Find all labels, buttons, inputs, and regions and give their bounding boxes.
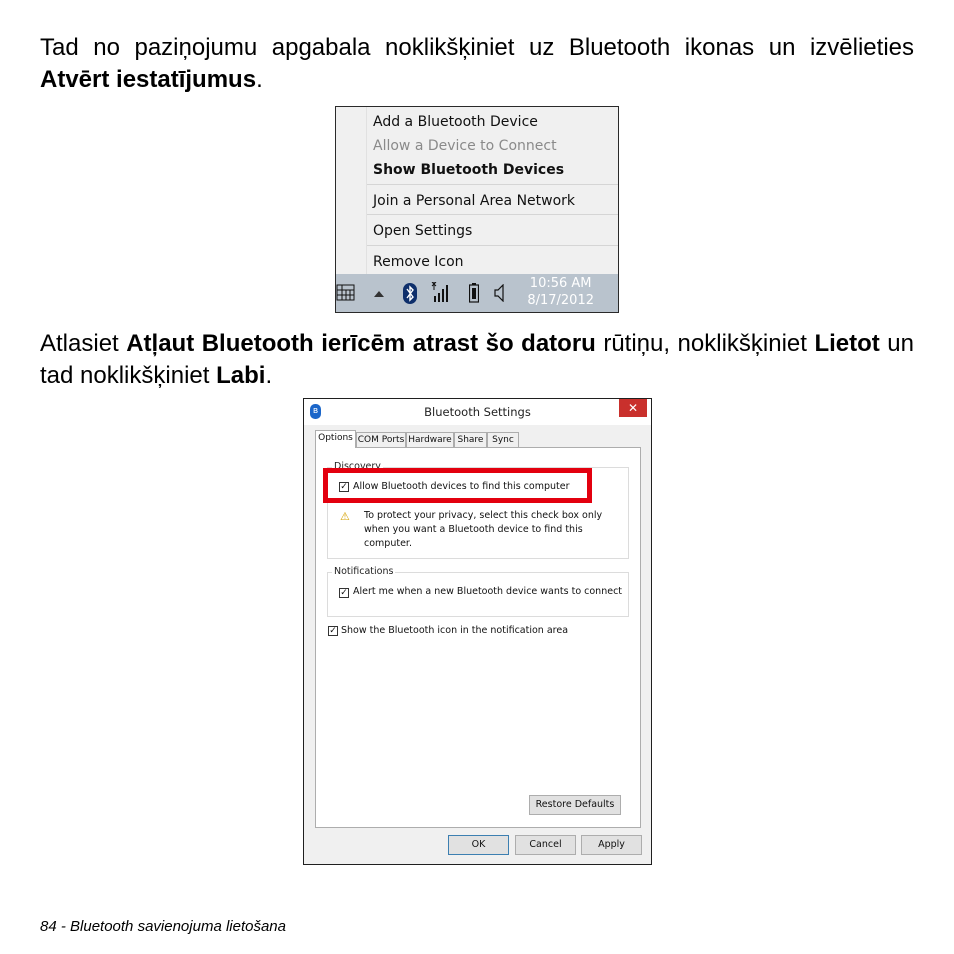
signal-icon[interactable] (431, 282, 449, 304)
options-panel: Discovery ✓ Allow Bluetooth devices to f… (315, 447, 641, 828)
instruction-paragraph-1: Tad no paziņojumu apgabala noklikšķiniet… (40, 32, 914, 96)
menu-item-allow-connect: Allow a Device to Connect (373, 138, 557, 154)
chevron-up-icon[interactable] (374, 290, 384, 298)
tab-hardware[interactable]: Hardware (406, 432, 454, 447)
menu-separator (367, 245, 618, 246)
cancel-button[interactable]: Cancel (515, 835, 576, 855)
p2-bold-allow: Atļaut Bluetooth ierīcēm atrast šo dator… (126, 330, 596, 357)
menu-separator (367, 214, 618, 215)
bluetooth-icon[interactable] (403, 283, 417, 304)
close-icon: ✕ (627, 401, 639, 415)
menu-item-remove-icon[interactable]: Remove Icon (373, 254, 464, 270)
tab-options[interactable]: Options (315, 430, 356, 448)
show-icon-checkbox[interactable]: ✓ (328, 626, 338, 636)
restore-defaults-button[interactable]: Restore Defaults (529, 795, 621, 815)
tab-sync[interactable]: Sync (487, 432, 519, 447)
highlight-box (323, 468, 592, 503)
privacy-note-line-2: when you want a Bluetooth device to find… (364, 524, 583, 535)
page-footer: 84 - Bluetooth savienojuma lietošana (40, 918, 286, 935)
tab-share[interactable]: Share (454, 432, 487, 447)
ok-button[interactable]: OK (448, 835, 509, 855)
p1-period: . (256, 66, 263, 93)
alert-new-device-label: Alert me when a new Bluetooth device wan… (353, 586, 623, 597)
check-icon: ✓ (340, 588, 348, 598)
battery-icon[interactable] (469, 283, 479, 303)
close-button[interactable]: ✕ (619, 399, 647, 417)
p2-text-2: rūtiņu, noklikšķiniet (595, 330, 815, 357)
privacy-note-line-3: computer. (364, 538, 412, 549)
show-icon-label: Show the Bluetooth icon in the notificat… (341, 625, 569, 636)
menu-item-join-pan[interactable]: Join a Personal Area Network (373, 193, 575, 209)
p2-bold-apply: Lietot (814, 330, 880, 357)
menu-item-add-device[interactable]: Add a Bluetooth Device (373, 114, 538, 130)
instruction-paragraph-2: Atlasiet Atļaut Bluetooth ierīcēm atrast… (40, 328, 914, 392)
tab-com-ports[interactable]: COM Ports (356, 432, 406, 447)
alert-new-device-checkbox[interactable]: ✓ (339, 588, 349, 598)
context-menu-screenshot: Add a Bluetooth Device Allow a Device to… (335, 106, 619, 313)
menu-separator (367, 184, 618, 185)
p2-text-1: Atlasiet (40, 330, 127, 357)
taskbar: 10:56 AM 8/17/2012 (336, 274, 618, 312)
clock-time: 10:56 AM (529, 276, 592, 291)
dialog-titlebar: ʙ Bluetooth Settings ✕ (304, 399, 651, 425)
keyboard-icon[interactable] (336, 283, 356, 303)
warning-icon: ⚠ (340, 510, 350, 523)
bluetooth-context-menu: Add a Bluetooth Device Allow a Device to… (336, 107, 618, 275)
notifications-group: Notifications ✓ Alert me when a new Blue… (327, 566, 629, 617)
p1-text: Tad no paziņojumu apgabala noklikšķiniet… (40, 34, 914, 61)
notifications-label: Notifications (332, 566, 396, 577)
menu-item-open-settings[interactable]: Open Settings (373, 223, 472, 239)
p1-bold-open-settings: Atvērt iestatījumus (40, 66, 257, 93)
p2-period: . (265, 362, 273, 389)
speaker-icon[interactable] (494, 284, 506, 302)
check-icon: ✓ (329, 626, 337, 636)
p2-bold-ok: Labi (216, 362, 266, 389)
menu-item-show-devices[interactable]: Show Bluetooth Devices (373, 162, 564, 178)
menu-gutter (366, 107, 367, 275)
taskbar-clock[interactable]: 10:56 AM 8/17/2012 (527, 275, 594, 309)
clock-date: 8/17/2012 (527, 293, 594, 308)
apply-button[interactable]: Apply (581, 835, 642, 855)
privacy-note-line-1: To protect your privacy, select this che… (364, 510, 603, 521)
dialog-title: Bluetooth Settings (424, 405, 531, 419)
